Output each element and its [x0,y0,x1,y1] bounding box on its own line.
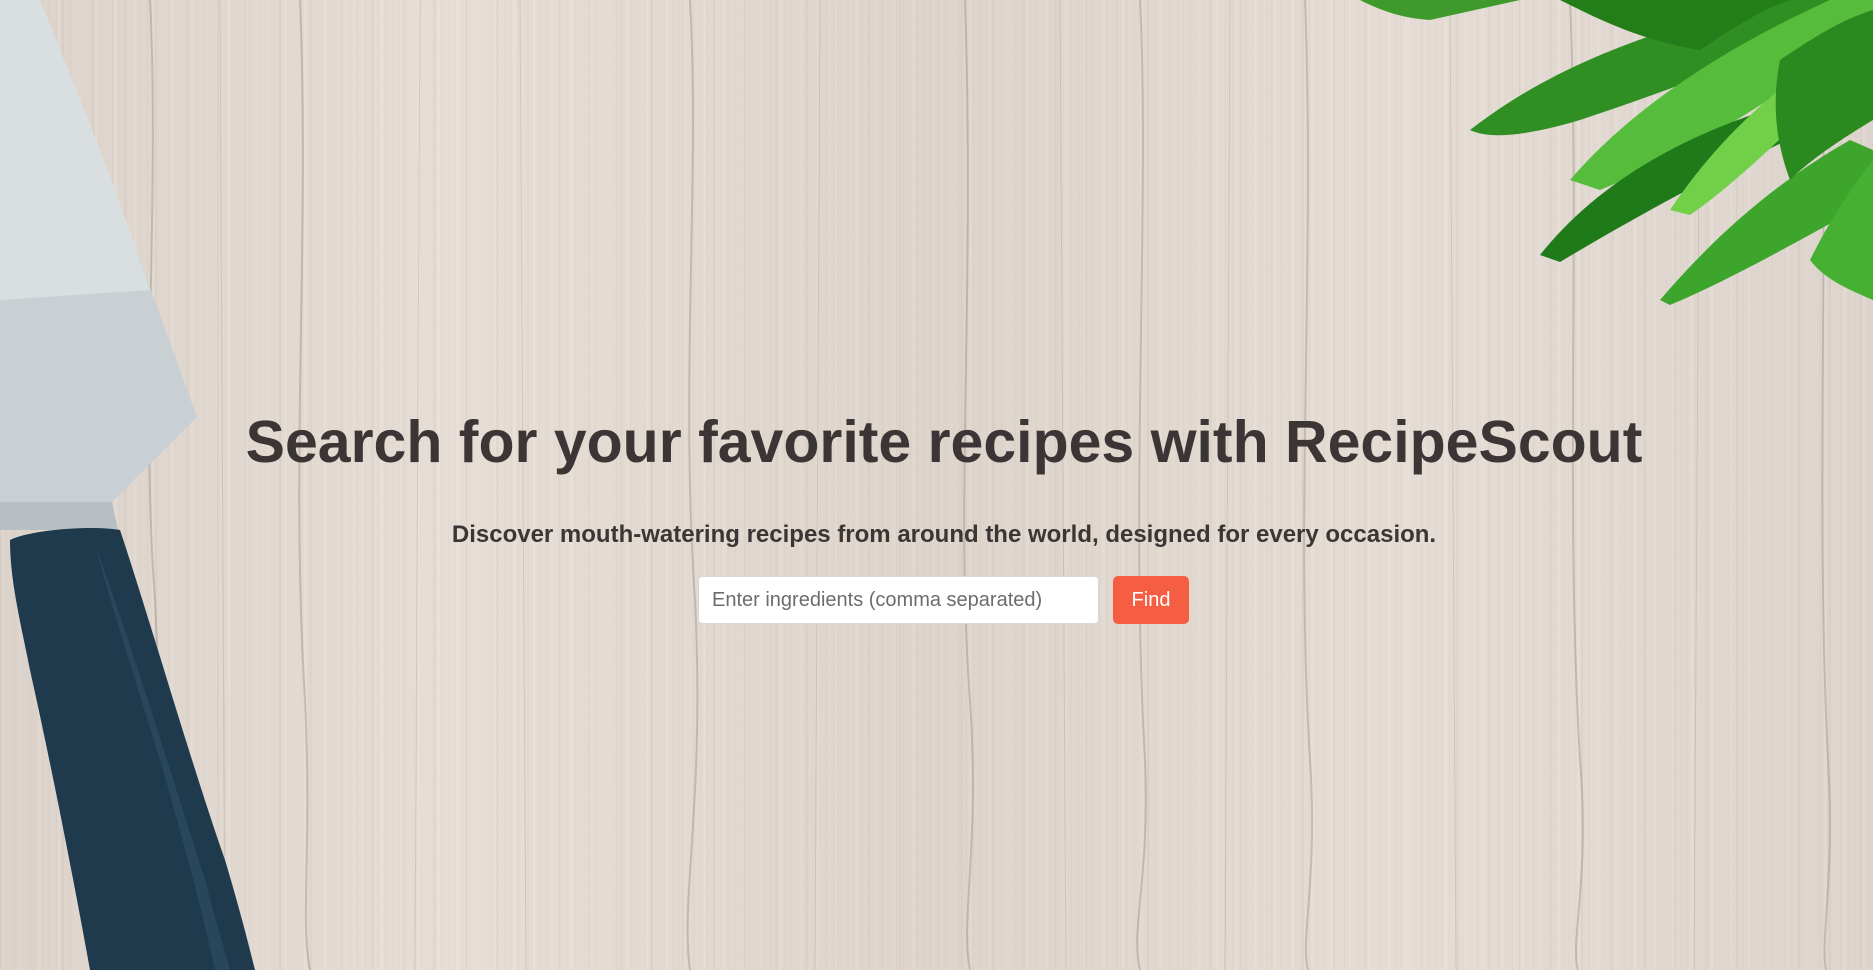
hero-subtitle: Discover mouth-watering recipes from aro… [451,521,1437,548]
find-button[interactable]: Find [1113,576,1189,624]
ingredients-search-input[interactable] [698,576,1099,624]
page-title: Search for your favorite recipes with Re… [245,409,1643,475]
hero-section: Search for your favorite recipes with Re… [0,0,1873,970]
